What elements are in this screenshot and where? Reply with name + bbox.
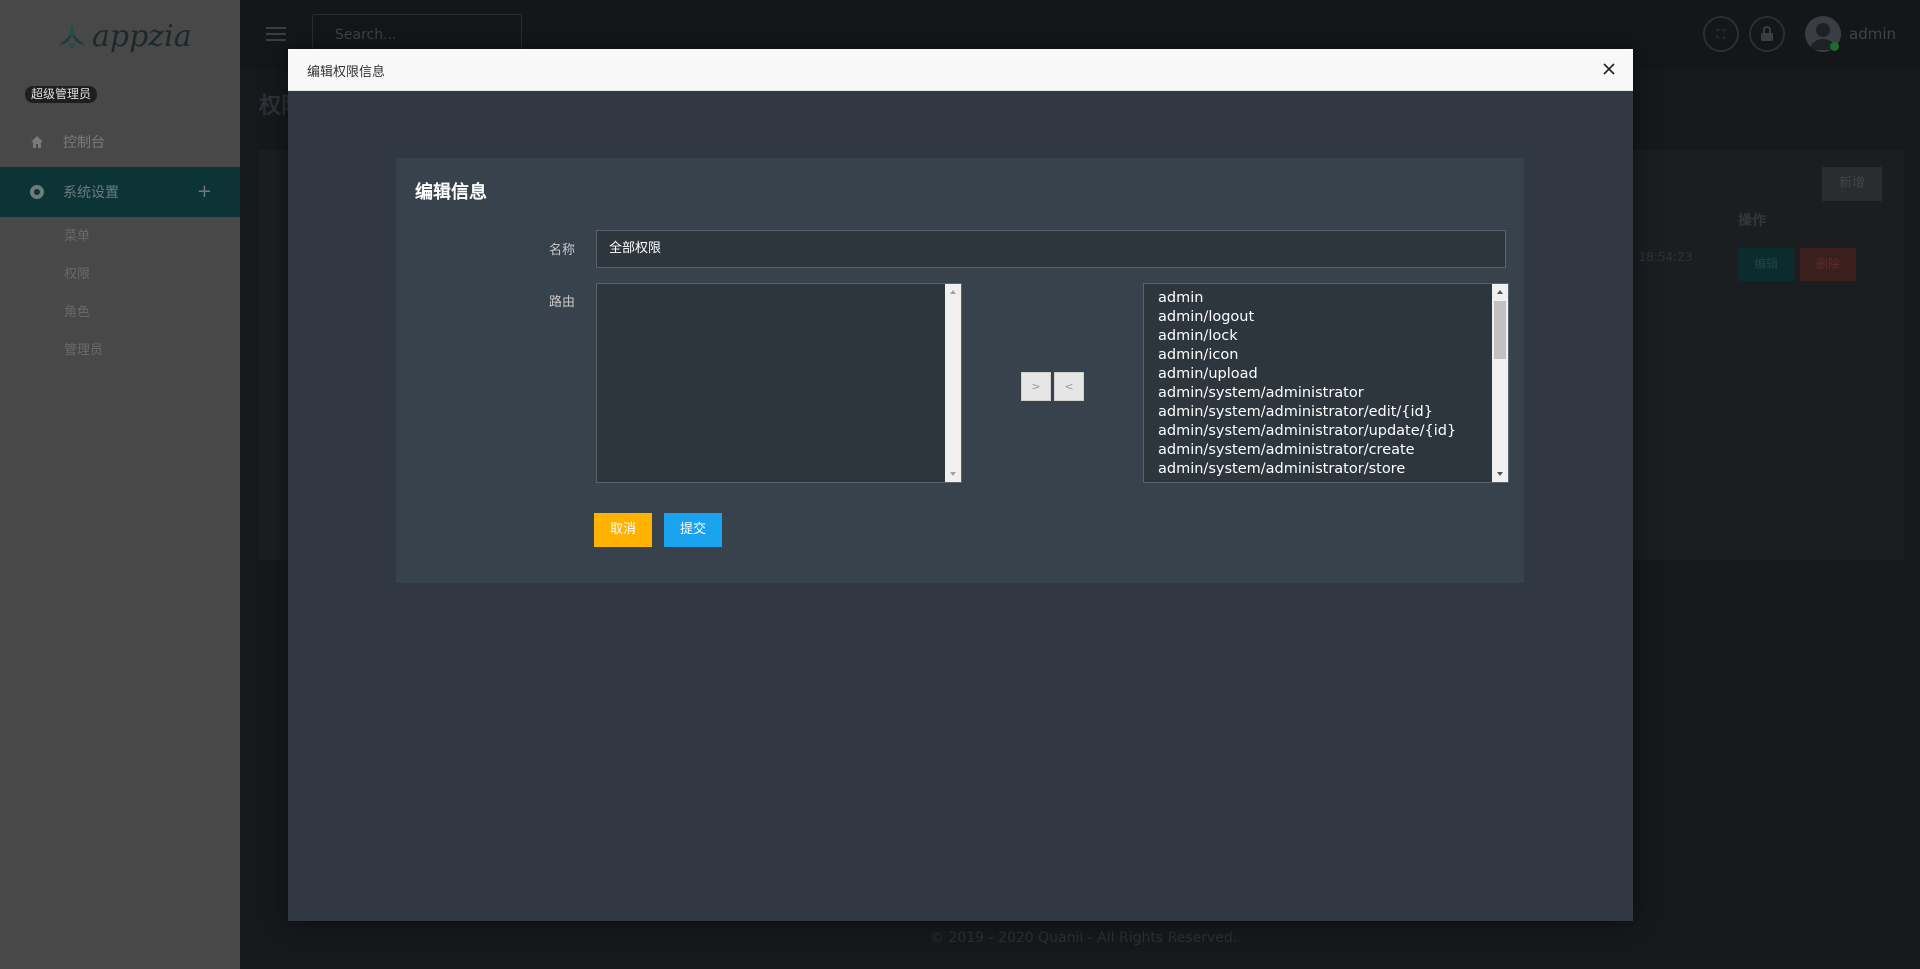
sidebar-subitem-administrator[interactable]: 管理员 [64,339,103,358]
sidebar-subitem-menu[interactable]: 菜单 [64,225,90,244]
scrollbar[interactable] [1492,284,1508,482]
sidebar-subitem-permission[interactable]: 权限 [64,263,90,282]
route-option[interactable]: admin/upload [1158,365,1508,384]
app-logo[interactable]: appzia [54,18,192,54]
route-option[interactable]: admin/system/administrator/edit/{id} [1158,403,1508,422]
logo-text: appzia [92,18,192,54]
route-option[interactable]: admin/lock [1158,327,1508,346]
column-header-operation: 操作 [1738,213,1766,229]
route-option[interactable]: admin/system/administrator/create [1158,441,1508,460]
name-label: 名称 [549,243,576,258]
route-option[interactable]: admin [1158,289,1508,308]
available-routes-list[interactable] [596,283,962,483]
modal-title: 编辑权限信息 [307,65,386,80]
route-label: 路由 [549,295,576,310]
modal-header: 编辑权限信息 [288,49,1633,91]
scrollbar[interactable] [945,284,961,482]
sidebar-item-label: 控制台 [63,135,105,151]
edit-permission-modal: 编辑权限信息 编辑信息 名称 全部权限 路由 > < admin admin/lo… [288,49,1633,921]
role-badge: 超级管理员 [25,86,98,103]
sidebar: appzia 超级管理员 控制台 系统设置 + 菜单 权限 角色 管理员 [0,0,240,969]
remove-route-button[interactable]: < [1054,372,1084,401]
scroll-up-arrow-icon[interactable] [945,284,961,300]
footer-copyright: © 2019 - 2020 Quanil - All Rights Reserv… [930,930,1238,946]
route-option[interactable]: admin/system/administrator/update/{id} [1158,422,1508,441]
route-option[interactable]: admin/logout [1158,308,1508,327]
logo-icon [58,22,86,50]
user-name[interactable]: admin [1849,25,1896,43]
name-input[interactable]: 全部权限 [596,230,1506,268]
close-icon[interactable] [1599,59,1619,79]
route-option[interactable]: admin/icon [1158,346,1508,365]
selected-routes-list[interactable]: admin admin/logout admin/lock admin/icon adm… [1143,283,1509,483]
sidebar-subitem-role[interactable]: 角色 [64,301,90,320]
edit-form-card: 编辑信息 名称 全部权限 路由 > < admin admin/logout adm… [396,158,1524,583]
sidebar-item-label: 系统设置 [63,185,119,201]
add-route-button[interactable]: > [1021,372,1051,401]
delete-button[interactable]: 删除 [1800,248,1856,281]
menu-toggle-icon[interactable] [266,27,286,43]
cancel-button[interactable]: 取消 [594,513,652,547]
form-card-title: 编辑信息 [415,182,487,203]
submit-button[interactable]: 提交 [664,513,722,547]
lock-icon[interactable] [1749,16,1785,52]
online-status-dot [1830,42,1839,51]
route-option[interactable]: admin/system/administrator/store [1158,460,1508,479]
scroll-down-arrow-icon[interactable] [1492,466,1508,482]
home-icon [29,134,45,150]
new-button[interactable]: 新增 [1822,167,1882,201]
scroll-down-arrow-icon[interactable] [945,466,961,482]
row-time: 2 18:54:23 [1627,250,1693,264]
sidebar-item-dashboard[interactable]: 控制台 [0,117,240,167]
settings-icon [29,184,45,200]
edit-button[interactable]: 编辑 [1738,248,1794,281]
route-option[interactable]: admin/system/administrator [1158,384,1508,403]
expand-icon: + [196,181,212,202]
sidebar-item-system-settings[interactable]: 系统设置 + [0,167,240,217]
scrollbar-thumb[interactable] [1494,301,1506,359]
scroll-up-arrow-icon[interactable] [1492,284,1508,300]
fullscreen-icon[interactable]: ⛶ [1703,16,1739,52]
